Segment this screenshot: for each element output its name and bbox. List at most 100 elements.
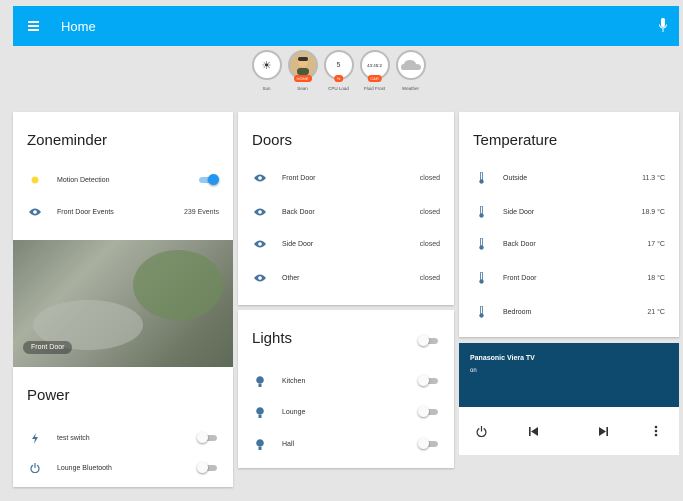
hall-light-toggle[interactable]	[418, 438, 440, 449]
microphone-icon[interactable]	[659, 18, 667, 33]
power-icon[interactable]	[473, 423, 489, 439]
thermometer-icon	[474, 237, 488, 251]
camera-feed[interactable]: Front Door	[13, 240, 233, 367]
row-value: closed	[419, 208, 440, 216]
badge-value: 43:45:2 CAR	[359, 50, 390, 82]
temperature-card: Temperature Outside 11.3 °C Side Door 18…	[459, 112, 679, 337]
lightbulb-icon	[28, 173, 42, 187]
thermometer-icon	[474, 205, 488, 219]
list-item[interactable]: Front Door Events 239 Events	[13, 196, 233, 228]
badge-fluid-frost[interactable]: 43:45:2 CAR Fluid Frost	[358, 50, 391, 91]
badge-tag: HOME	[293, 75, 312, 82]
badge-sun[interactable]: ☀ Sun	[250, 50, 283, 91]
row-label: Lounge Bluetooth	[57, 464, 112, 472]
eye-icon	[253, 205, 267, 219]
thermometer-icon	[474, 305, 488, 319]
eye-icon	[253, 237, 267, 251]
badge-cpu-load[interactable]: 5 % CPU Load	[322, 50, 355, 91]
menu-icon[interactable]	[13, 6, 53, 46]
card-title: Power	[27, 387, 70, 404]
motion-detection-toggle[interactable]	[197, 174, 219, 185]
row-value: closed	[419, 174, 440, 182]
badge-value: 5 %	[323, 50, 354, 82]
lounge-light-toggle[interactable]	[418, 406, 440, 417]
list-item: Kitchen	[238, 365, 454, 397]
row-label: Side Door	[503, 208, 535, 216]
next-track-icon[interactable]	[595, 423, 611, 439]
media-player-card[interactable]: Panasonic Viera TV on	[459, 343, 679, 407]
lights-card: Lights Kitchen Lounge Hall	[238, 310, 454, 468]
thermometer-icon	[474, 171, 488, 185]
lounge-bluetooth-toggle[interactable]	[197, 462, 219, 473]
sun-icon: ☀	[251, 50, 282, 80]
badge-bar: ☀ Sun HOME Sean 5 % CPU Load 43:45:2 CAR…	[250, 50, 427, 91]
camera-caption: Front Door	[23, 341, 73, 354]
lightbulb-icon	[253, 374, 267, 388]
weather-cloudy-icon	[395, 50, 426, 80]
list-item[interactable]: Side Door closed	[238, 228, 454, 260]
row-value: 18.9 °C	[641, 208, 665, 216]
row-label: Side Door	[282, 240, 314, 248]
test-switch-toggle[interactable]	[197, 432, 219, 443]
row-label: Front Door	[503, 274, 537, 282]
doors-card: Doors Front Door closed Back Door closed…	[238, 112, 454, 305]
row-label: Lounge	[282, 408, 306, 416]
app-toolbar: Home	[13, 6, 679, 46]
badge-weather[interactable]: Weather	[394, 50, 427, 91]
list-item[interactable]: Back Door closed	[238, 196, 454, 228]
previous-track-icon[interactable]	[525, 423, 541, 439]
card-title: Zoneminder	[27, 132, 108, 149]
eye-icon	[28, 205, 42, 219]
row-value: 18 °C	[647, 274, 665, 282]
list-item: Lounge Bluetooth	[13, 452, 233, 484]
list-item: test switch	[13, 422, 233, 454]
lightbulb-icon	[253, 437, 267, 451]
thermometer-icon	[474, 271, 488, 285]
more-vert-icon[interactable]	[648, 423, 664, 439]
avatar: HOME	[287, 50, 318, 82]
row-label: Motion Detection	[57, 176, 110, 184]
badge-label: CPU Load	[328, 86, 349, 91]
list-item: Motion Detection	[13, 164, 233, 196]
media-title: Panasonic Viera TV	[470, 355, 535, 362]
badge-sean[interactable]: HOME Sean	[286, 50, 319, 91]
list-item[interactable]: Outside 11.3 °C	[459, 162, 679, 194]
list-item[interactable]: Bedroom 21 °C	[459, 296, 679, 328]
badge-label: Fluid Frost	[363, 86, 386, 91]
row-label: Back Door	[282, 208, 315, 216]
row-value: 21 °C	[647, 308, 665, 316]
badge-label: Sean	[297, 86, 308, 91]
power-icon	[28, 461, 42, 475]
list-item[interactable]: Other closed	[238, 262, 454, 294]
zoneminder-card: Zoneminder Motion Detection Front Door E…	[13, 112, 233, 240]
kitchen-light-toggle[interactable]	[418, 375, 440, 386]
row-label: test switch	[57, 434, 90, 442]
media-state: on	[470, 368, 477, 374]
badge-tag: %	[333, 75, 344, 82]
row-value: closed	[419, 274, 440, 282]
list-item[interactable]: Side Door 18.9 °C	[459, 196, 679, 228]
lightbulb-icon	[253, 405, 267, 419]
row-value: 17 °C	[647, 240, 665, 248]
card-title: Temperature	[473, 132, 558, 149]
list-item: Lounge	[238, 396, 454, 428]
eye-icon	[253, 271, 267, 285]
list-item: Hall	[238, 428, 454, 460]
card-title: Doors	[252, 132, 293, 149]
list-item[interactable]: Back Door 17 °C	[459, 228, 679, 260]
row-label: Outside	[503, 174, 528, 182]
page-title: Home	[61, 18, 96, 34]
power-card: Power test switch Lounge Bluetooth	[13, 367, 233, 487]
row-label: Front Door	[282, 174, 316, 182]
list-item[interactable]: Front Door 18 °C	[459, 262, 679, 294]
eye-icon	[253, 171, 267, 185]
row-label: Front Door Events	[57, 208, 114, 216]
row-value: closed	[419, 240, 440, 248]
row-value: 11.3 °C	[642, 174, 665, 182]
row-label: Other	[282, 274, 300, 282]
media-controls	[459, 407, 679, 455]
row-label: Bedroom	[503, 308, 532, 316]
row-value: 239 Events	[183, 208, 219, 216]
list-item[interactable]: Front Door closed	[238, 162, 454, 194]
lights-group-toggle[interactable]	[418, 335, 440, 346]
